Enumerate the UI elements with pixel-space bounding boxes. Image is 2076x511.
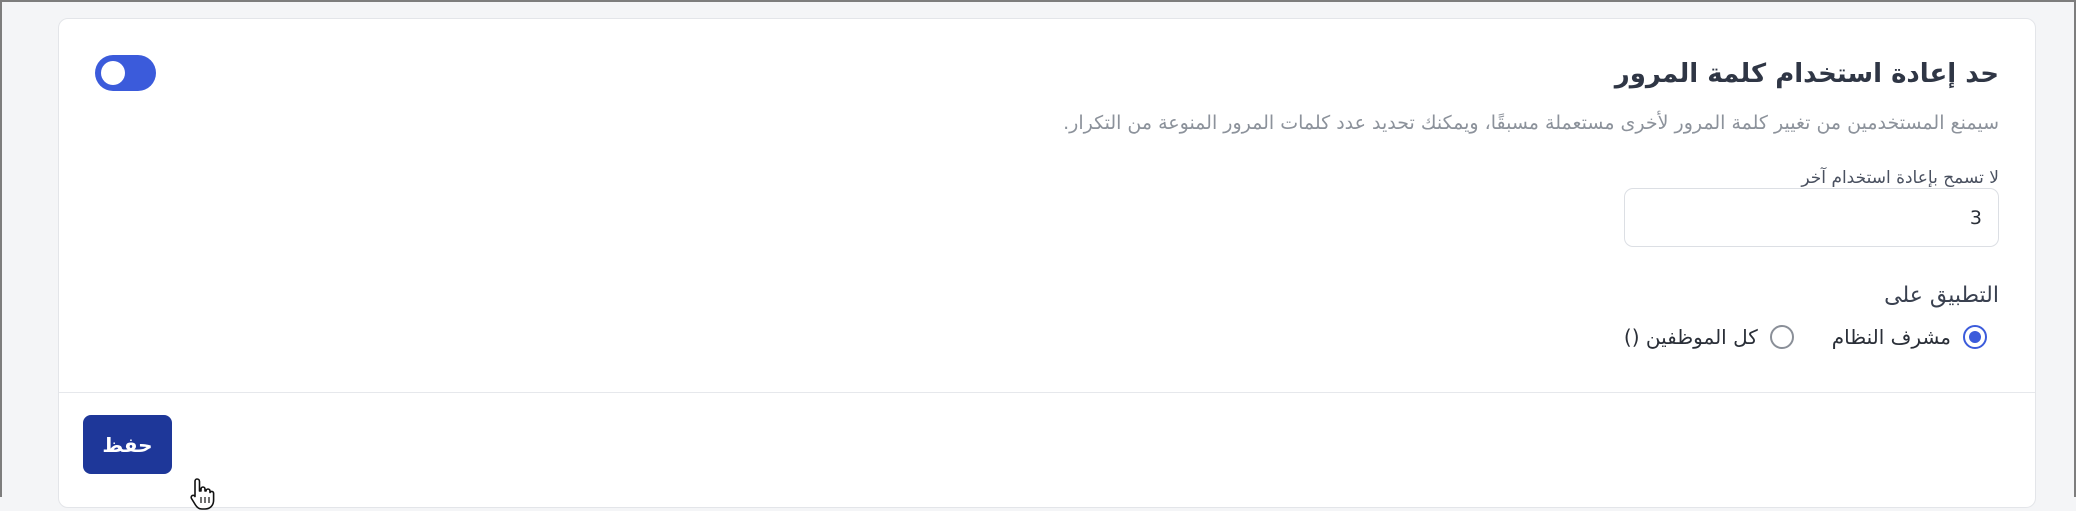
hand-pointer-icon: [190, 478, 215, 510]
save-button[interactable]: حفظ: [83, 415, 172, 474]
app-window: حد إعادة استخدام كلمة المرور سيمنع المست…: [0, 0, 2076, 510]
policy-title: حد إعادة استخدام كلمة المرور: [1614, 59, 1999, 89]
policy-enabled-toggle[interactable]: [95, 55, 156, 91]
radio-label-system-admin: مشرف النظام: [1831, 325, 1951, 349]
footer-divider: [59, 392, 2035, 393]
reuse-count-input[interactable]: [1624, 188, 1999, 247]
toggle-knob: [101, 61, 125, 85]
radio-button-unchecked[interactable]: [1769, 325, 1794, 349]
radio-button-checked[interactable]: [1963, 325, 1987, 349]
radio-option-all-employees[interactable]: كل الموظفين (): [1624, 325, 1794, 349]
radio-option-system-admin[interactable]: مشرف النظام: [1832, 325, 1987, 349]
policy-description: سيمنع المستخدمين من تغيير كلمة المرور لأ…: [1063, 112, 1999, 134]
reuse-count-label: لا تسمح بإعادة استخدام آخر: [1801, 168, 1999, 188]
apply-to-label: التطبيق على: [1884, 283, 1999, 308]
radio-label-all-employees: كل الموظفين (): [1623, 325, 1758, 349]
apply-to-radio-group: مشرف النظام كل الموظفين (): [1624, 325, 1987, 349]
password-reuse-policy-card: حد إعادة استخدام كلمة المرور سيمنع المست…: [58, 18, 2036, 510]
